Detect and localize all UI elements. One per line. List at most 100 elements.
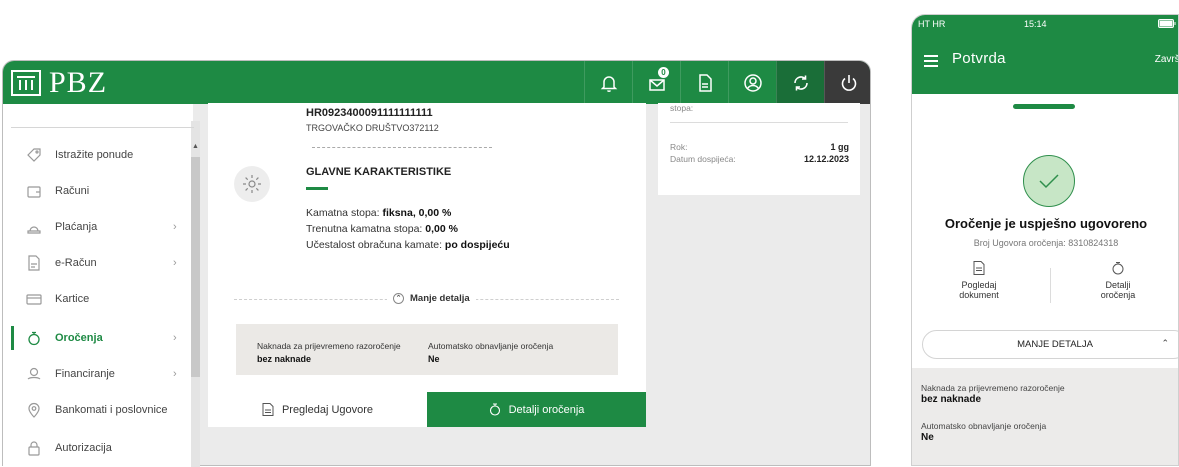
document-icon bbox=[973, 261, 985, 275]
sidebar-item-financiranje[interactable]: Financiranje › bbox=[3, 356, 193, 392]
sidebar-divider bbox=[11, 127, 194, 128]
sidebar-item-label: e-Račun bbox=[55, 257, 97, 269]
less-details-toggle[interactable]: MANJE DETALJA ⌃ bbox=[922, 330, 1178, 359]
document-icon bbox=[262, 403, 274, 416]
less-details-button[interactable]: ⌃ Manje detalja bbox=[387, 293, 476, 304]
less-details-label: MANJE DETALJA bbox=[1017, 339, 1093, 350]
lock-icon bbox=[28, 441, 40, 456]
financing-icon bbox=[27, 367, 41, 380]
sidebar-item-istrazite-ponude[interactable]: Istražite ponude bbox=[3, 137, 193, 173]
pbz-logo[interactable]: PBZ bbox=[11, 68, 107, 98]
hamburger-menu-icon[interactable] bbox=[924, 55, 938, 70]
sidebar-item-label: Računi bbox=[55, 185, 90, 197]
user-icon[interactable] bbox=[728, 61, 776, 104]
early-termination-label: Naknada za prijevremeno razoročenje bbox=[257, 341, 401, 351]
sidebar-item-label: Kartice bbox=[55, 293, 90, 305]
early-termination-value: bez naknade bbox=[921, 394, 982, 405]
pbz-logo-mark-icon bbox=[11, 70, 41, 96]
top-bar: PBZ 0 bbox=[3, 61, 870, 104]
summary-divider bbox=[670, 122, 848, 123]
contract-number: Broj Ugovora oročenja: 8310824318 bbox=[973, 238, 1119, 248]
refresh-icon[interactable] bbox=[776, 61, 824, 104]
phone-header: HT HR 15:14 Potvrda Završi bbox=[912, 15, 1178, 94]
deposit-icon bbox=[489, 403, 500, 416]
auto-renewal-label: Automatsko obnavljanje oročenja bbox=[921, 421, 1047, 431]
view-document-label-1: Pogledaj bbox=[961, 280, 997, 290]
view-document-button[interactable]: Pogledaj dokument bbox=[929, 261, 1029, 300]
early-termination-label: Naknada za prijevremeno razoročenje bbox=[921, 383, 1065, 393]
e-invoice-icon bbox=[28, 255, 40, 271]
title-underline bbox=[306, 187, 328, 190]
sidebar-item-orocenja[interactable]: Oročenja › bbox=[3, 320, 193, 356]
interest-rate-value: fiksna, 0,00 % bbox=[382, 207, 452, 219]
power-icon[interactable] bbox=[824, 61, 870, 104]
battery-icon bbox=[1158, 19, 1176, 30]
auto-renewal-value: Ne bbox=[921, 432, 934, 443]
chevron-right-icon: › bbox=[173, 221, 177, 233]
settings-badge bbox=[234, 166, 270, 202]
document-icon[interactable] bbox=[680, 61, 728, 104]
review-contracts-label: Pregledaj Ugovore bbox=[281, 403, 374, 416]
sidebar-item-racuni[interactable]: Računi bbox=[3, 173, 193, 209]
details-box: Naknada za prijevremeno razoročenje bez … bbox=[236, 324, 618, 375]
success-heading: Oročenje je uspješno ugovoreno bbox=[944, 216, 1148, 231]
sidebar-item-label: Istražite ponude bbox=[55, 149, 134, 161]
chevron-up-icon: ⌃ bbox=[393, 293, 404, 304]
early-termination-value: bez naknade bbox=[257, 354, 312, 364]
success-badge bbox=[1023, 155, 1075, 207]
dashed-divider bbox=[312, 147, 492, 148]
clock: 15:14 bbox=[1024, 19, 1047, 29]
deposit-details-action[interactable]: Detalji oročenja bbox=[1068, 261, 1168, 300]
maturity-date-label: Datum dospijeća: bbox=[670, 154, 736, 164]
auto-renewal-value: Ne bbox=[428, 354, 440, 364]
payment-icon bbox=[27, 226, 41, 234]
interest-rate-row: Kamatna stopa: fiksna, 0,00 % bbox=[306, 207, 451, 219]
review-contracts-button[interactable]: Pregledaj Ugovore bbox=[208, 392, 427, 427]
card-icon bbox=[26, 294, 42, 305]
mail-icon[interactable]: 0 bbox=[632, 61, 680, 104]
sidebar-item-kartice[interactable]: Kartice bbox=[3, 281, 193, 317]
auto-renewal-label: Automatsko obnavljanje oročenja bbox=[428, 341, 554, 351]
chevron-right-icon: › bbox=[173, 368, 177, 380]
sheet-grabber[interactable] bbox=[1013, 104, 1075, 109]
footer-buttons: Pregledaj Ugovore Detalji oročenja bbox=[208, 392, 646, 427]
sidebar-item-autorizacija[interactable]: Autorizacija bbox=[3, 430, 193, 466]
logo-text: PBZ bbox=[49, 66, 108, 99]
current-rate-value: 0,00 % bbox=[425, 223, 458, 235]
term-label: Rok: bbox=[670, 142, 688, 152]
phone-details-box: Naknada za prijevremeno razoročenje bez … bbox=[912, 368, 1178, 465]
gear-icon bbox=[243, 175, 261, 193]
term-value: 1 gg bbox=[830, 142, 849, 152]
phone-title: Potvrda bbox=[952, 50, 1006, 67]
deposit-details-label-2: oročenja bbox=[1100, 290, 1136, 300]
sidebar-item-label: Bankomati i poslovnice bbox=[55, 404, 168, 416]
summary-rate-label: stopa: bbox=[670, 103, 694, 113]
view-document-label-2: dokument bbox=[959, 290, 999, 300]
sidebar-item-label: Financiranje bbox=[55, 368, 115, 380]
characteristics-title: GLAVNE KARAKTERISTIKE bbox=[306, 166, 452, 178]
sidebar-item-e-racun[interactable]: e-Račun › bbox=[3, 245, 193, 281]
chevron-right-icon: › bbox=[173, 257, 177, 269]
phone-screen: HT HR 15:14 Potvrda Završi Oročenje je u… bbox=[911, 14, 1179, 466]
maturity-date-value: 12.12.2023 bbox=[803, 154, 849, 164]
mail-badge: 0 bbox=[658, 67, 669, 78]
header-icons: 0 bbox=[584, 61, 870, 104]
deposit-icon bbox=[1112, 262, 1124, 275]
bell-icon[interactable] bbox=[584, 61, 632, 104]
current-rate-label: Trenutna kamatna stopa: bbox=[306, 223, 423, 235]
sidebar-item-bankomati[interactable]: Bankomati i poslovnice bbox=[3, 392, 193, 428]
less-details-label: Manje detalja bbox=[410, 293, 470, 304]
location-icon bbox=[28, 402, 40, 418]
interest-rate-label: Kamatna stopa: bbox=[306, 207, 380, 219]
deposit-details-button[interactable]: Detalji oročenja bbox=[427, 392, 646, 427]
checkmark-icon bbox=[1039, 174, 1059, 189]
deposit-details-label-1: Detalji bbox=[1105, 280, 1131, 290]
finish-button[interactable]: Završi bbox=[1155, 54, 1178, 65]
account-holder: TRGOVAČKO DRUŠTVO372112 bbox=[306, 123, 439, 133]
interest-frequency-row: Učestalost obračuna kamate: po dospijeću bbox=[306, 239, 510, 251]
actions-divider bbox=[1050, 268, 1051, 303]
sidebar-item-placanja[interactable]: Plaćanja › bbox=[3, 209, 193, 245]
tag-icon bbox=[27, 148, 41, 162]
carrier-label: HT HR bbox=[918, 19, 946, 29]
deposit-icon bbox=[28, 331, 40, 346]
